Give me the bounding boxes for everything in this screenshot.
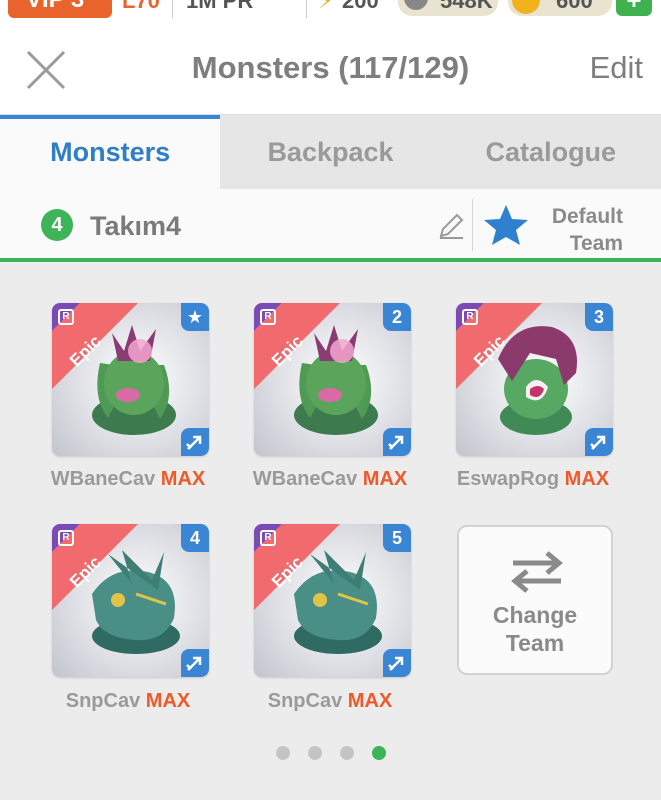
monster-level: MAX: [564, 468, 610, 490]
monster-card[interactable]: R Epic 2: [254, 303, 411, 456]
monster-card[interactable]: R Epic 3: [456, 303, 613, 456]
edit-button[interactable]: Edit: [590, 50, 643, 86]
rank-badge: 3: [585, 303, 613, 331]
r-badge-icon: R: [58, 530, 74, 546]
page-dot[interactable]: [307, 746, 322, 760]
team-name: Takım4: [90, 211, 182, 241]
monster-name-text: SnpCav: [65, 690, 141, 712]
team-number-badge: 4: [41, 209, 73, 241]
monster-level: MAX: [145, 690, 191, 712]
r-badge-icon: R: [58, 309, 74, 325]
monster-level: MAX: [362, 468, 408, 490]
page-title: Monsters (117/129): [191, 50, 470, 85]
monster-name-text: WBaneCav: [252, 468, 358, 490]
change-team-line1: Change: [492, 602, 578, 628]
tab-backpack[interactable]: Backpack: [220, 115, 440, 189]
monster-card[interactable]: R Epic 5: [254, 524, 411, 677]
rank-badge: 5: [383, 524, 411, 552]
add-currency-button[interactable]: +: [616, 0, 652, 16]
status-bar: VIP 3 L70 1M PR ⚡ 200 548K 600 +: [0, 0, 661, 22]
gold-display: 600: [556, 0, 593, 13]
return-arrow-icon[interactable]: [383, 649, 411, 677]
r-badge-icon: R: [260, 309, 276, 325]
monster-card[interactable]: R Epic 4: [52, 524, 209, 677]
page-header: Monsters (117/129) Edit: [0, 22, 661, 115]
tab-catalogue[interactable]: Catalogue: [441, 115, 661, 189]
page-dot-active[interactable]: [371, 746, 386, 760]
rank-badge: 2: [383, 303, 411, 331]
default-label-line2: Team: [569, 232, 623, 255]
page-indicator: [0, 746, 661, 765]
monster-level: MAX: [160, 468, 206, 490]
change-team-line2: Team: [505, 630, 565, 656]
power-display: 1M PR: [186, 0, 254, 13]
default-label-line1: Default: [551, 205, 623, 228]
level-display: L70: [122, 0, 160, 13]
monster-name-text: WBaneCav: [50, 468, 156, 490]
tab-bar: Monsters Backpack Catalogue: [0, 115, 661, 189]
monster-name-text: EswapRog: [456, 468, 560, 490]
monster-name: WBaneCav MAX: [225, 468, 435, 491]
energy-display: 200: [342, 0, 379, 13]
vip-badge[interactable]: VIP 3: [8, 0, 112, 18]
tab-monsters[interactable]: Monsters: [0, 115, 221, 189]
return-arrow-icon[interactable]: [585, 428, 613, 456]
monster-level: MAX: [347, 690, 393, 712]
change-team-label: Change Team: [459, 601, 611, 657]
rank-badge: 4: [181, 524, 209, 552]
r-badge-icon: R: [260, 530, 276, 546]
return-arrow-icon[interactable]: [383, 428, 411, 456]
return-arrow-icon[interactable]: [181, 649, 209, 677]
food-display: 548K: [440, 0, 493, 13]
r-badge-icon: R: [462, 309, 478, 325]
monster-name: EswapRog MAX: [428, 468, 638, 491]
monster-name: WBaneCav MAX: [23, 468, 233, 491]
star-icon: ★: [181, 303, 209, 331]
monster-name: SnpCav MAX: [225, 690, 435, 713]
divider: [172, 0, 173, 18]
pencil-icon[interactable]: [436, 211, 466, 241]
page-dot[interactable]: [339, 746, 354, 760]
energy-icon: ⚡: [318, 0, 334, 13]
default-team-label[interactable]: Default Team: [523, 203, 623, 257]
divider: [472, 199, 473, 251]
divider: [306, 0, 307, 18]
monster-card[interactable]: R Epic ★: [52, 303, 209, 456]
page-dot[interactable]: [275, 746, 290, 760]
monster-name: SnpCav MAX: [23, 690, 233, 713]
monster-name-text: SnpCav: [267, 690, 343, 712]
change-team-button[interactable]: Change Team: [457, 525, 613, 675]
return-arrow-icon[interactable]: [181, 428, 209, 456]
team-bar: 4 Takım4 Default Team: [0, 189, 661, 262]
swap-arrows-icon: [511, 551, 563, 593]
